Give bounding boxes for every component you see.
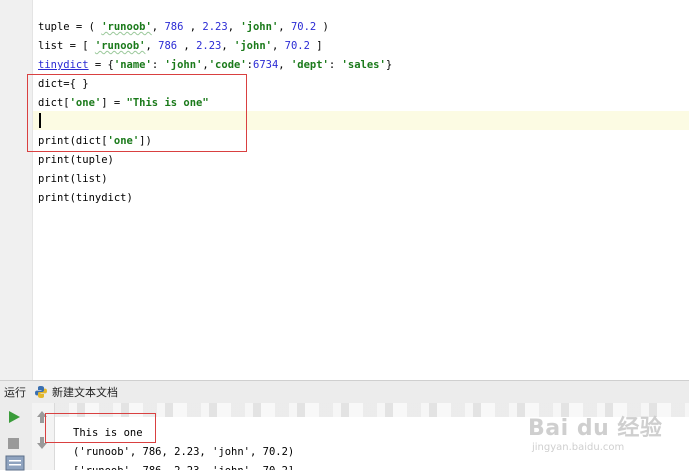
code-token: ) [316, 21, 329, 33]
run-tab-label[interactable]: 运行 [4, 384, 26, 400]
code-token: 'sales' [341, 59, 386, 71]
settings-icon[interactable] [5, 455, 25, 475]
annotation-box-console [45, 413, 156, 443]
code-token: 'dept' [290, 59, 329, 71]
code-token: 2.23 [202, 21, 228, 33]
code-line[interactable]: print(tinydict) [38, 189, 133, 208]
code-token: 70.2 [284, 40, 310, 52]
run-icon[interactable] [7, 409, 21, 428]
code-token: , [227, 21, 241, 33]
code-token: , [183, 21, 203, 33]
code-token: 'code' [208, 59, 247, 71]
code-token: , [145, 40, 159, 52]
code-token: , [221, 40, 235, 52]
run-panel-header: 运行 新建文本文档 [0, 380, 689, 404]
annotation-box-editor [27, 74, 247, 152]
code-token: } [385, 59, 393, 71]
code-area[interactable]: tuple = ( 'runoob', 786 , 2.23, 'john', … [38, 0, 689, 380]
code-token: , [151, 21, 165, 33]
editor-gutter [0, 0, 33, 380]
code-token: , [177, 40, 197, 52]
code-token: 'name' [113, 59, 152, 71]
code-token: 'runoob' [101, 21, 152, 33]
code-token: , [271, 40, 285, 52]
stop-icon[interactable] [7, 435, 20, 454]
code-token: list = [ [38, 40, 95, 52]
code-token: print(tuple) [38, 154, 114, 166]
console-line: ['runoob', 786, 2.23, 'john', 70.2] [73, 462, 294, 470]
code-token: = { [88, 59, 114, 71]
code-token: tinydict [38, 59, 89, 71]
code-line[interactable]: tinydict = {'name': 'john','code':6734, … [38, 56, 392, 75]
run-toolbar [0, 403, 33, 471]
code-token: 'john' [164, 59, 203, 71]
code-token: tuple = ( [38, 21, 102, 33]
code-token: , [278, 21, 291, 33]
code-token: : [151, 59, 165, 71]
code-editor[interactable]: tuple = ( 'runoob', 786 , 2.23, 'john', … [0, 0, 689, 380]
console-line: ('runoob', 786, 2.23, 'john', 70.2) [73, 446, 295, 458]
code-token: 786 [158, 40, 178, 52]
code-token: 2.23 [196, 40, 222, 52]
code-token: 786 [164, 21, 184, 33]
run-config-name[interactable]: 新建文本文档 [52, 384, 118, 400]
code-token: : [328, 59, 342, 71]
code-token: print(tinydict) [38, 192, 133, 204]
code-line[interactable]: print(list) [38, 170, 108, 189]
code-line[interactable]: tuple = ( 'runoob', 786 , 2.23, 'john', … [38, 18, 329, 37]
code-token: 'runoob' [94, 40, 146, 52]
code-token: print(list) [38, 173, 108, 185]
code-token: 'john' [240, 21, 279, 33]
code-token: 'john' [234, 40, 272, 52]
code-token: , [278, 59, 291, 71]
code-token: 70.2 [290, 21, 317, 33]
code-line[interactable]: list = [ 'runoob', 786 , 2.23, 'john', 7… [38, 37, 323, 56]
code-token: ] [309, 40, 323, 52]
code-token: 6734 [253, 59, 279, 71]
python-icon [34, 385, 48, 399]
code-line[interactable]: print(tuple) [38, 151, 114, 170]
